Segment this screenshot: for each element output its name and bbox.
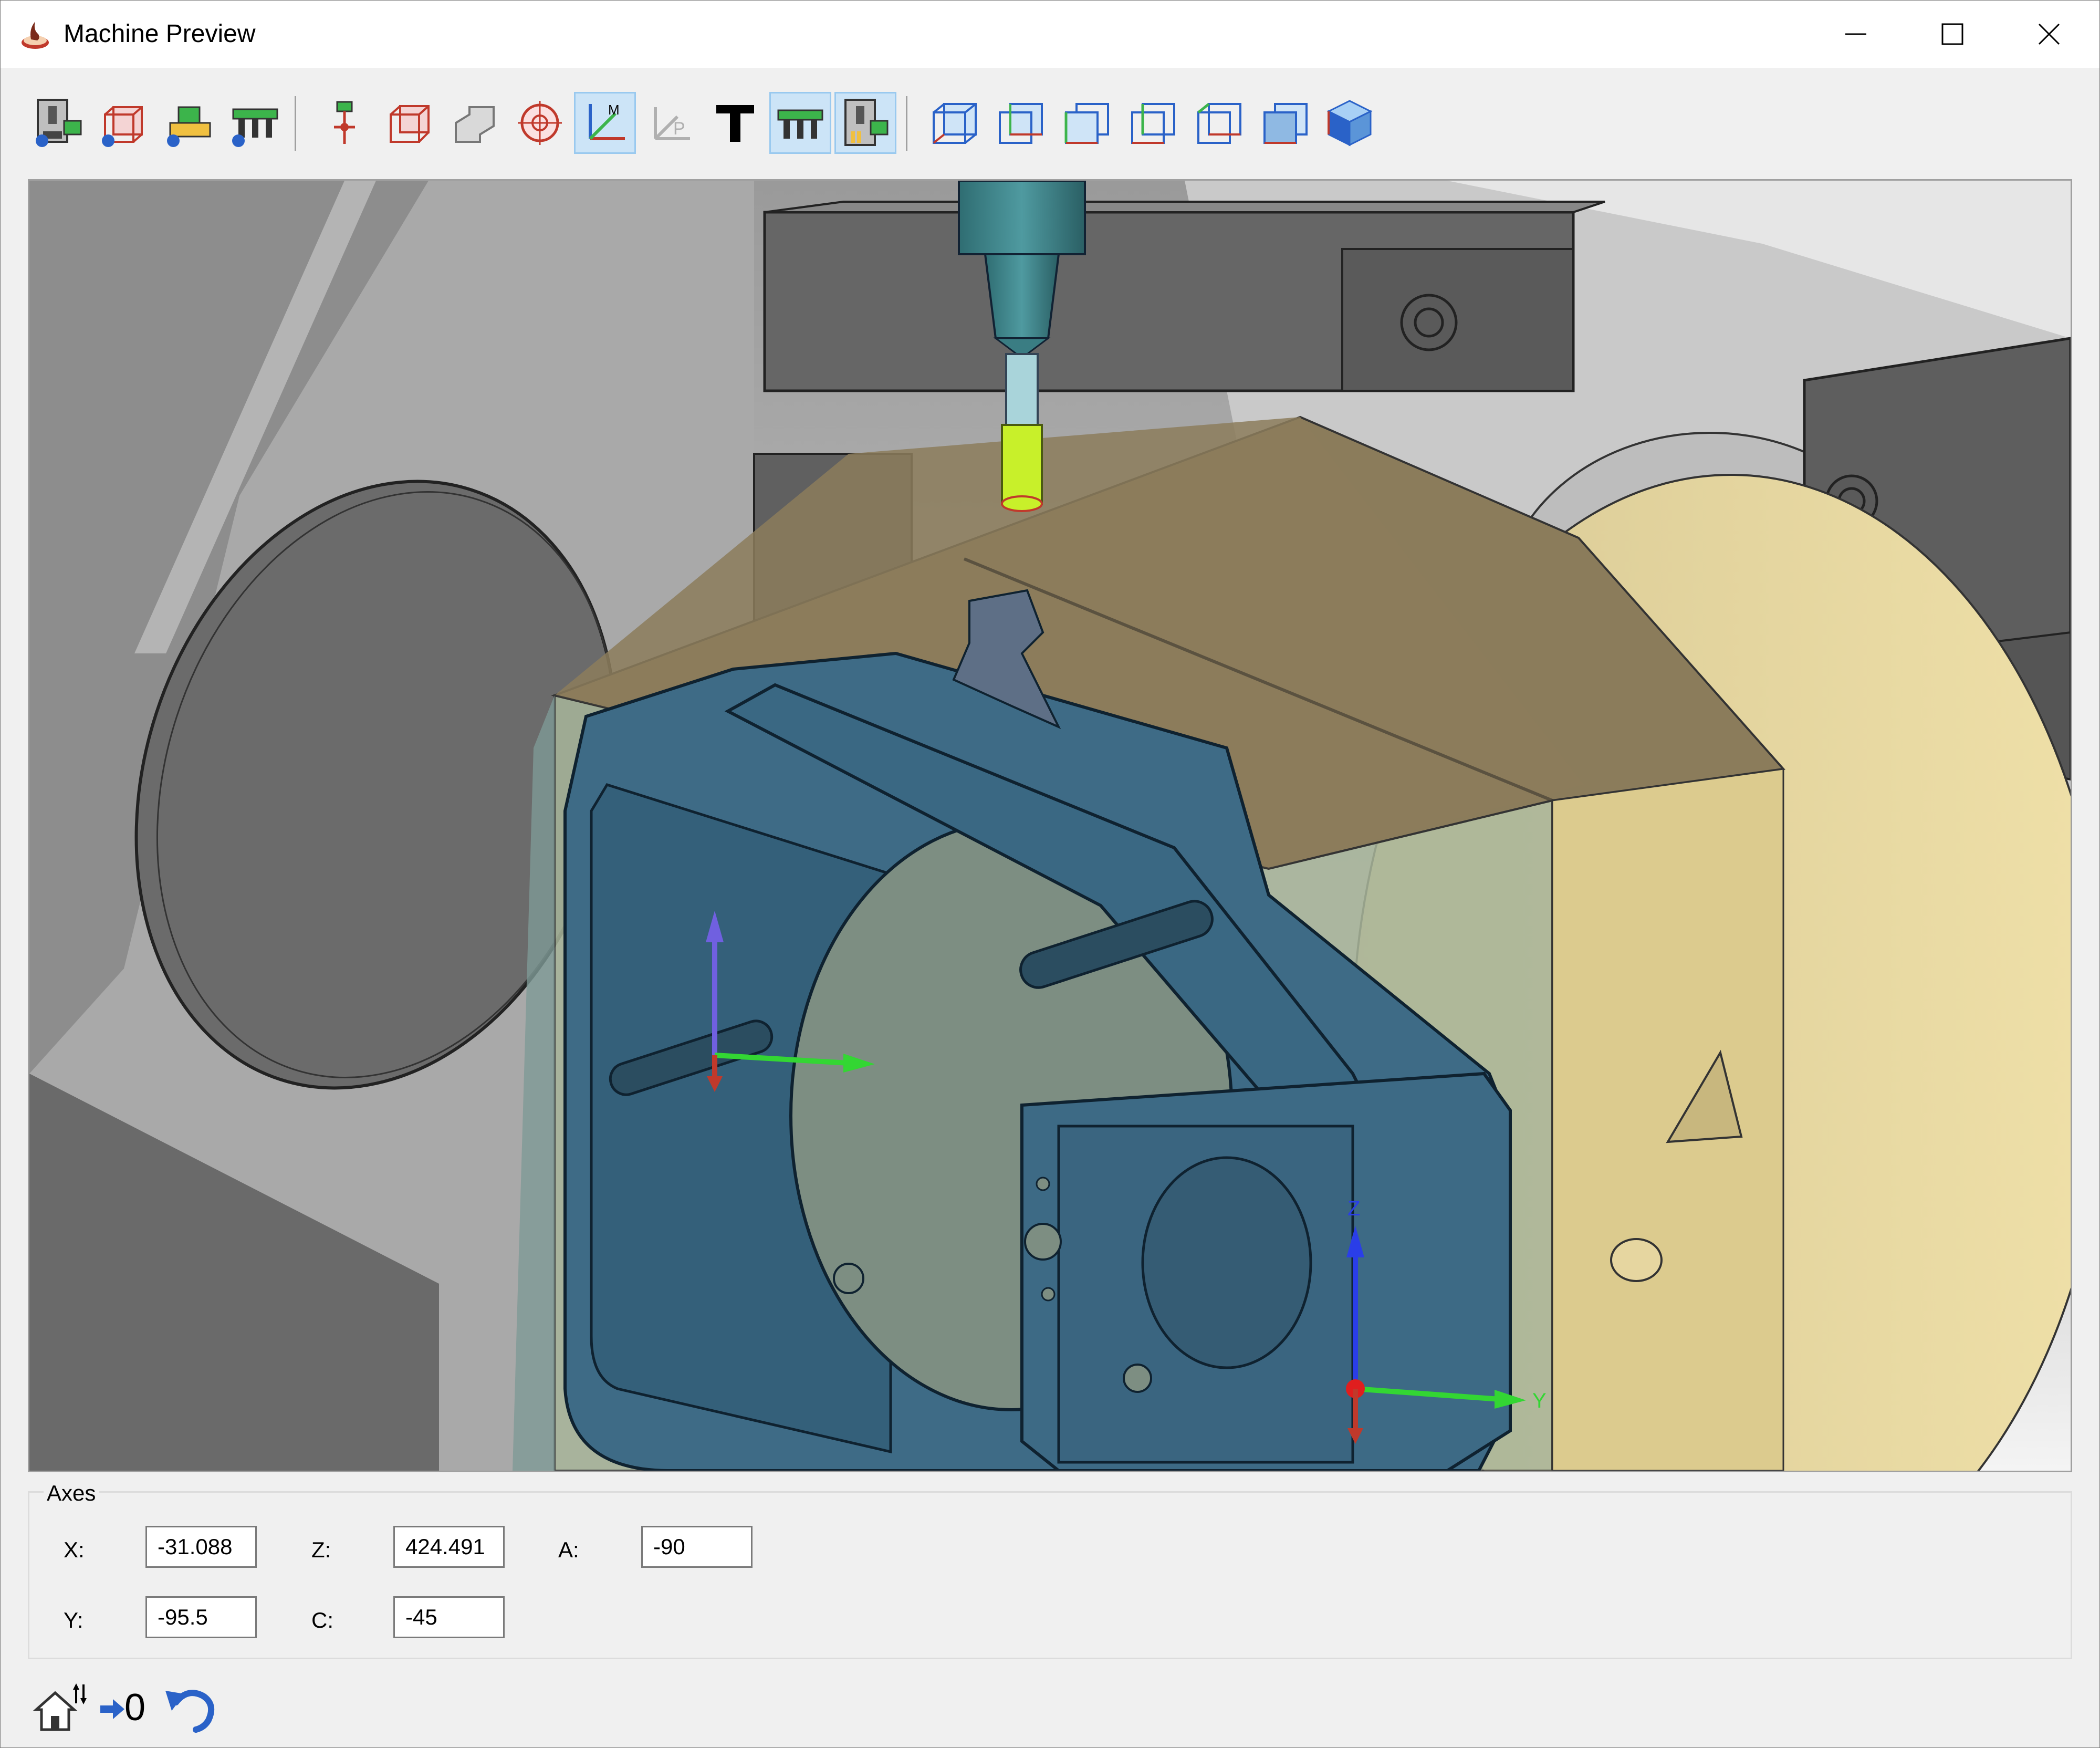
view-back-button[interactable] xyxy=(990,92,1052,154)
minimize-button[interactable] xyxy=(1808,1,1904,68)
view-front-button[interactable] xyxy=(924,92,986,154)
zero-label[interactable]: 0 xyxy=(124,1687,145,1729)
target-icon xyxy=(518,101,562,145)
fixture-setup-button[interactable] xyxy=(158,92,220,154)
arrow-right-icon xyxy=(100,1699,124,1719)
axes-group xyxy=(28,1491,2072,1659)
a-label: A: xyxy=(558,1537,579,1562)
toolbar-separator xyxy=(906,96,907,151)
part-axes-button[interactable]: P xyxy=(639,92,701,154)
zero-arrow-button[interactable] xyxy=(98,1695,126,1725)
home-axes-button[interactable] xyxy=(32,1681,90,1736)
z-label: Z: xyxy=(311,1537,331,1562)
triad-y-label: Y xyxy=(1532,1389,1547,1412)
view-bottom-button[interactable] xyxy=(1255,92,1317,154)
window-title: Machine Preview xyxy=(64,20,256,48)
view-iso-icon xyxy=(1326,100,1373,147)
machine-icon xyxy=(844,99,889,146)
x-value-field[interactable]: -31.088 xyxy=(145,1526,257,1568)
axes-group-title: Axes xyxy=(44,1481,99,1506)
machine-axes-icon: M xyxy=(589,102,625,140)
home-axes-icon xyxy=(33,1683,87,1731)
y-label: Y: xyxy=(64,1608,83,1632)
undo-button[interactable] xyxy=(161,1680,219,1735)
part-button[interactable] xyxy=(444,92,506,154)
part-icon xyxy=(455,106,495,143)
undo-icon xyxy=(165,1690,215,1733)
a-value-field[interactable]: -90 xyxy=(641,1526,753,1568)
part-axes-icon: P xyxy=(654,107,690,140)
tool-button[interactable] xyxy=(314,92,375,154)
tool-icon xyxy=(334,101,355,144)
stock-setup-icon xyxy=(102,106,143,147)
maximize-button[interactable] xyxy=(1904,1,2001,68)
view-top-button[interactable] xyxy=(1188,92,1250,154)
fixture-setup-icon xyxy=(167,106,211,147)
machine-preview-window: Machine Preview M P Z Y Axes X: -31.088 … xyxy=(0,0,2100,1748)
clamps-setup-button[interactable] xyxy=(223,92,285,154)
y-value-field[interactable]: -95.5 xyxy=(145,1596,257,1638)
3d-viewport[interactable]: Z Y xyxy=(28,179,2072,1472)
view-bottom-icon xyxy=(1263,103,1308,144)
z-value-field[interactable]: 424.491 xyxy=(393,1526,505,1568)
svg-text:P: P xyxy=(673,119,685,139)
toolbar: M P xyxy=(26,89,2074,157)
view-right-button[interactable] xyxy=(1122,92,1184,154)
triad-z-label: Z xyxy=(1347,1197,1360,1220)
stock-button[interactable] xyxy=(379,92,441,154)
close-button[interactable] xyxy=(2001,1,2097,68)
title-bar[interactable]: Machine Preview xyxy=(1,1,2099,68)
machine-setup-icon xyxy=(36,99,82,147)
view-iso-button[interactable] xyxy=(1319,92,1381,154)
view-right-icon xyxy=(1131,103,1175,144)
target-button[interactable] xyxy=(509,92,571,154)
stock-setup-button[interactable] xyxy=(93,92,155,154)
machine-scene: Z Y xyxy=(29,181,2071,1471)
view-back-icon xyxy=(999,103,1043,144)
view-left-icon xyxy=(1064,103,1109,144)
view-left-button[interactable] xyxy=(1056,92,1118,154)
text-button[interactable] xyxy=(704,92,766,154)
clamps-button[interactable] xyxy=(769,92,831,154)
view-front-icon xyxy=(933,103,977,144)
x-label: X: xyxy=(64,1537,85,1562)
machine-axes-button[interactable]: M xyxy=(574,92,636,154)
clamps-setup-icon xyxy=(232,108,278,147)
machine-button[interactable] xyxy=(834,92,896,154)
svg-text:M: M xyxy=(608,102,620,118)
view-top-icon xyxy=(1197,103,1241,144)
toolbar-separator xyxy=(295,96,296,151)
text-icon xyxy=(716,105,754,142)
c-label: C: xyxy=(311,1608,333,1632)
clamps-icon xyxy=(777,109,823,139)
machine-setup-button[interactable] xyxy=(28,92,90,154)
stock-icon xyxy=(390,105,430,143)
c-value-field[interactable]: -45 xyxy=(393,1596,505,1638)
app-icon xyxy=(19,18,53,52)
